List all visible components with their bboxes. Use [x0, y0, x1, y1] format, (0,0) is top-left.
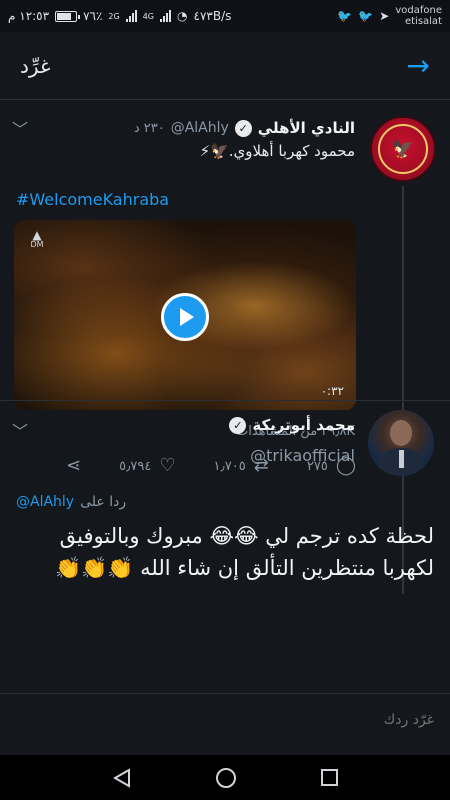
- network-2g: 2G: [108, 11, 120, 21]
- verified-icon: ✓: [229, 416, 247, 434]
- replying-to: @AlAhly ردا على: [16, 494, 126, 510]
- carrier: vodafone etisalat: [395, 5, 442, 27]
- reply-author-handle[interactable]: @trikaofficial: [250, 446, 355, 465]
- avatar-trika[interactable]: [368, 410, 434, 476]
- badge-bottom: DM: [30, 240, 44, 249]
- back-nav-icon[interactable]: [112, 767, 131, 788]
- recents-nav-icon[interactable]: [320, 769, 338, 786]
- chevron-down-icon[interactable]: ﹀: [12, 418, 28, 442]
- battery-icon: [55, 10, 81, 22]
- twitter-notification-icon-2: 🐦: [358, 9, 374, 23]
- status-bar: ١٢:٥٣ م ٧٦٪ 2G 4G ◔ ٤٧٣B/s 🐦 🐦 ➤ vodafon…: [0, 0, 450, 32]
- twitter-notification-icon: 🐦: [337, 9, 353, 23]
- replying-to-mention[interactable]: @AlAhly: [16, 494, 74, 510]
- reply-text: لحظة كده ترجم لي 😂😂 مبروك وبالتوفيق لكهر…: [54, 524, 434, 580]
- like-count: ٥٫٧٩٤: [119, 458, 152, 474]
- author-name[interactable]: النادي الأهلي: [258, 119, 355, 137]
- play-icon[interactable]: [161, 293, 209, 341]
- reply-header: محمد أبوتريكة ✓: [229, 416, 355, 434]
- network-speed: ٤٧٣B/s: [193, 9, 232, 23]
- arrow-right-icon[interactable]: →: [407, 51, 430, 80]
- system-nav-bar: [0, 755, 450, 800]
- divider: [0, 400, 450, 401]
- hashtag-link[interactable]: #WelcomeKahraba: [16, 190, 169, 209]
- author-handle[interactable]: @AlAhly: [171, 120, 229, 136]
- location-icon: ➤: [379, 9, 390, 23]
- app-header: غرِّد →: [0, 32, 450, 100]
- wifi-icon: ◔: [177, 9, 188, 23]
- badge-top: ▲: [32, 228, 42, 242]
- compose-bar: [0, 693, 450, 755]
- channel-badge: ▲ DM: [26, 228, 48, 256]
- reply-author-name[interactable]: محمد أبوتريكة: [252, 416, 355, 434]
- replying-to-label: ردا على: [80, 494, 127, 510]
- retweet-count: ١٫٧٠٥: [213, 458, 246, 474]
- home-nav-icon[interactable]: [215, 767, 236, 788]
- carrier-2: etisalat: [404, 16, 442, 27]
- tweet-header: النادي الأهلي ✓ @AlAhly ٢٣٠ د: [12, 116, 355, 140]
- share-button[interactable]: ⋖: [66, 457, 81, 475]
- network-4g: 4G: [142, 11, 155, 21]
- tweet-text: محمود كهربا أهلاوي.🦅⚡: [199, 142, 355, 160]
- clock: ١٢:٥٣ م: [8, 9, 50, 23]
- heart-icon: ♡: [159, 455, 176, 476]
- club-logo-icon: 🦅: [378, 124, 428, 174]
- carrier-1: vodafone: [395, 5, 442, 16]
- video-player[interactable]: ▲ DM ٠:٣٢: [14, 220, 356, 410]
- page-title: غرِّد: [20, 53, 51, 78]
- video-duration: ٠:٣٢: [320, 384, 344, 398]
- tweet-time: ٢٣٠ د: [133, 120, 165, 136]
- reply-input[interactable]: [34, 712, 434, 728]
- verified-icon: ✓: [234, 119, 252, 137]
- status-left: ١٢:٥٣ م ٧٦٪ 2G 4G ◔ ٤٧٣B/s: [8, 9, 231, 23]
- battery-percent: ٧٦٪: [83, 9, 103, 23]
- signal-icon-2: [160, 10, 172, 22]
- share-icon: ⋖: [66, 455, 82, 476]
- signal-icon: [125, 10, 137, 22]
- like-button[interactable]: ٥٫٧٩٤ ♡: [119, 457, 175, 475]
- status-right: 🐦 🐦 ➤ vodafone etisalat: [337, 5, 442, 27]
- avatar-al-ahly[interactable]: 🦅: [370, 116, 436, 182]
